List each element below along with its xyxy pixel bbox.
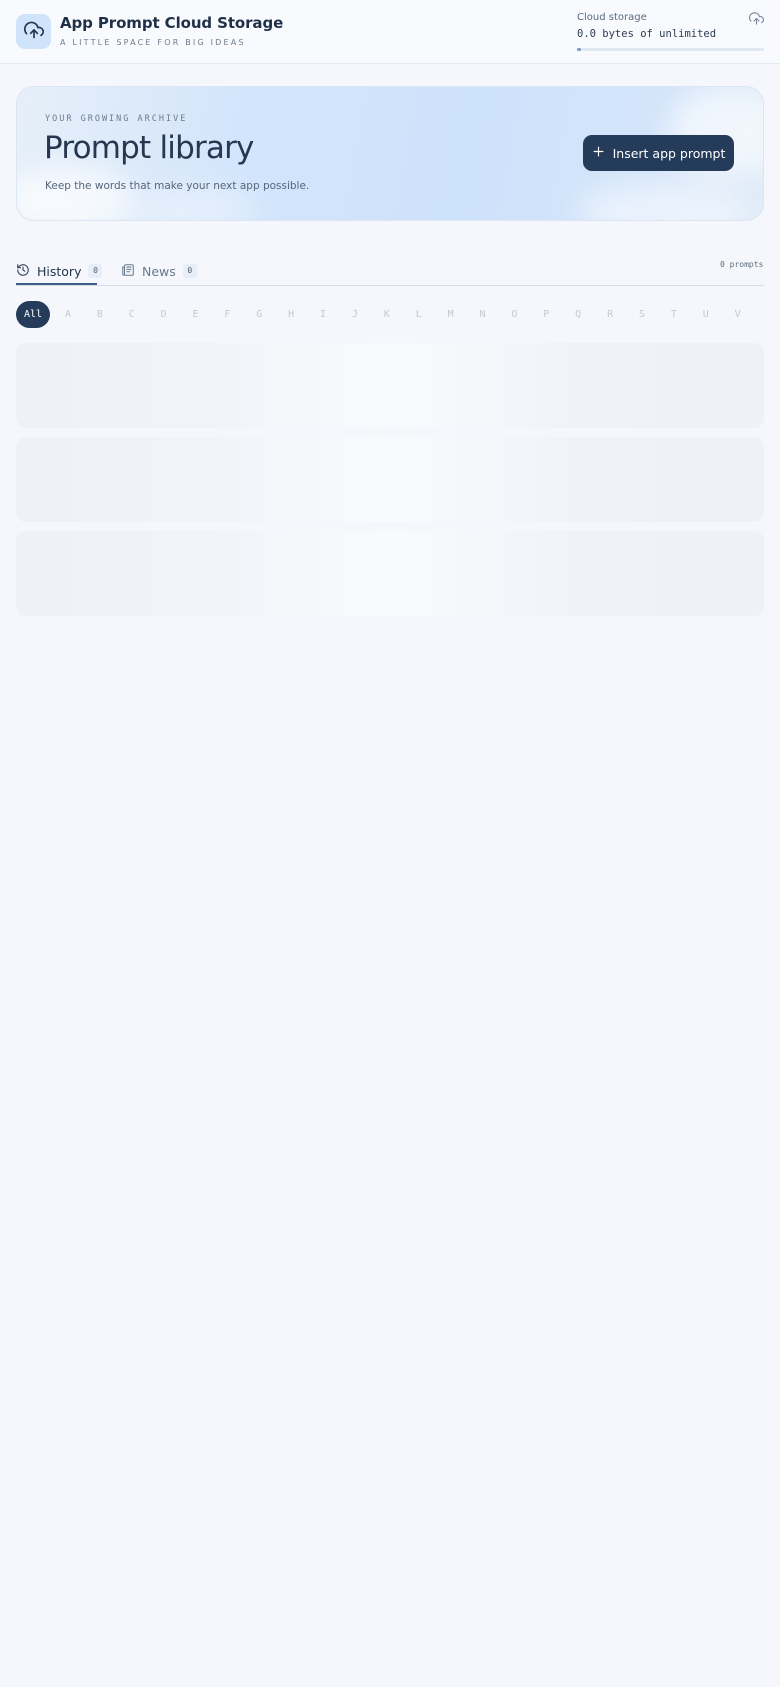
letter-filter-e[interactable]: E [180, 301, 212, 328]
letter-filter-i[interactable]: I [307, 301, 339, 328]
letter-filter-a[interactable]: A [52, 301, 84, 328]
letter-filter-c[interactable]: C [116, 301, 148, 328]
letter-filter-h[interactable]: H [275, 301, 307, 328]
prompt-count: 0 prompts [720, 260, 764, 269]
page-title: Prompt library [44, 130, 254, 166]
hero-banner: YOUR GROWING ARCHIVE Prompt library Keep… [16, 86, 764, 221]
tab-news-label: News [142, 263, 176, 279]
letter-filter-v[interactable]: V [722, 301, 754, 328]
storage-progress-bar [577, 48, 764, 51]
app-title: App Prompt Cloud Storage [60, 14, 284, 32]
storage-label: Cloud storage [577, 12, 647, 23]
letter-filter-t[interactable]: T [658, 301, 690, 328]
hero-subtitle: Keep the words that make your next app p… [45, 180, 310, 192]
loading-placeholder-card [16, 343, 764, 428]
letter-filter-o[interactable]: O [498, 301, 530, 328]
cloud-upload-icon[interactable] [749, 11, 764, 30]
insert-app-prompt-button[interactable]: Insert app prompt [583, 135, 734, 171]
plus-icon [592, 145, 605, 161]
app-tagline: A LITTLE SPACE FOR BIG IDEAS [60, 38, 246, 47]
letter-filter-j[interactable]: J [339, 301, 371, 328]
insert-button-label: Insert app prompt [612, 145, 726, 161]
letter-filter-p[interactable]: P [530, 301, 562, 328]
app-logo [16, 14, 51, 49]
letter-filter-r[interactable]: R [594, 301, 626, 328]
letter-filter-f[interactable]: F [211, 301, 243, 328]
letter-filter-k[interactable]: K [371, 301, 403, 328]
letter-filter-l[interactable]: L [403, 301, 435, 328]
cloud-decoration [137, 187, 257, 220]
app-header: App Prompt Cloud Storage A LITTLE SPACE … [0, 0, 780, 64]
letter-filter-all[interactable]: All [16, 301, 50, 328]
letter-filter-n[interactable]: N [467, 301, 499, 328]
letter-filter-b[interactable]: B [84, 301, 116, 328]
loading-placeholder-card [16, 531, 764, 616]
letter-filter-bar: ABCDEFGHIJKLMNOPQRSTUV [52, 301, 754, 328]
letter-filter-s[interactable]: S [626, 301, 658, 328]
letter-filter-m[interactable]: M [435, 301, 467, 328]
tab-history-count: 0 [88, 264, 103, 278]
tab-history-label: History [37, 263, 82, 279]
hero-eyebrow: YOUR GROWING ARCHIVE [45, 114, 188, 124]
letter-filter-d[interactable]: D [148, 301, 180, 328]
cloud-decoration [577, 182, 747, 220]
loading-placeholder-card [16, 437, 764, 522]
letter-filter-g[interactable]: G [243, 301, 275, 328]
history-icon [16, 263, 30, 280]
tab-history[interactable]: History 0 [16, 256, 103, 286]
cloud-upload-icon [23, 20, 44, 44]
storage-usage-text: 0.0 bytes of unlimited [577, 28, 717, 40]
tab-news-count: 0 [182, 264, 197, 278]
cloud-decoration [17, 167, 137, 220]
tab-news[interactable]: News 0 [121, 256, 197, 286]
newspaper-icon [121, 263, 135, 280]
letter-filter-u[interactable]: U [690, 301, 722, 328]
storage-progress-fill [577, 48, 581, 51]
letter-filter-q[interactable]: Q [562, 301, 594, 328]
tabs-divider [16, 285, 764, 286]
